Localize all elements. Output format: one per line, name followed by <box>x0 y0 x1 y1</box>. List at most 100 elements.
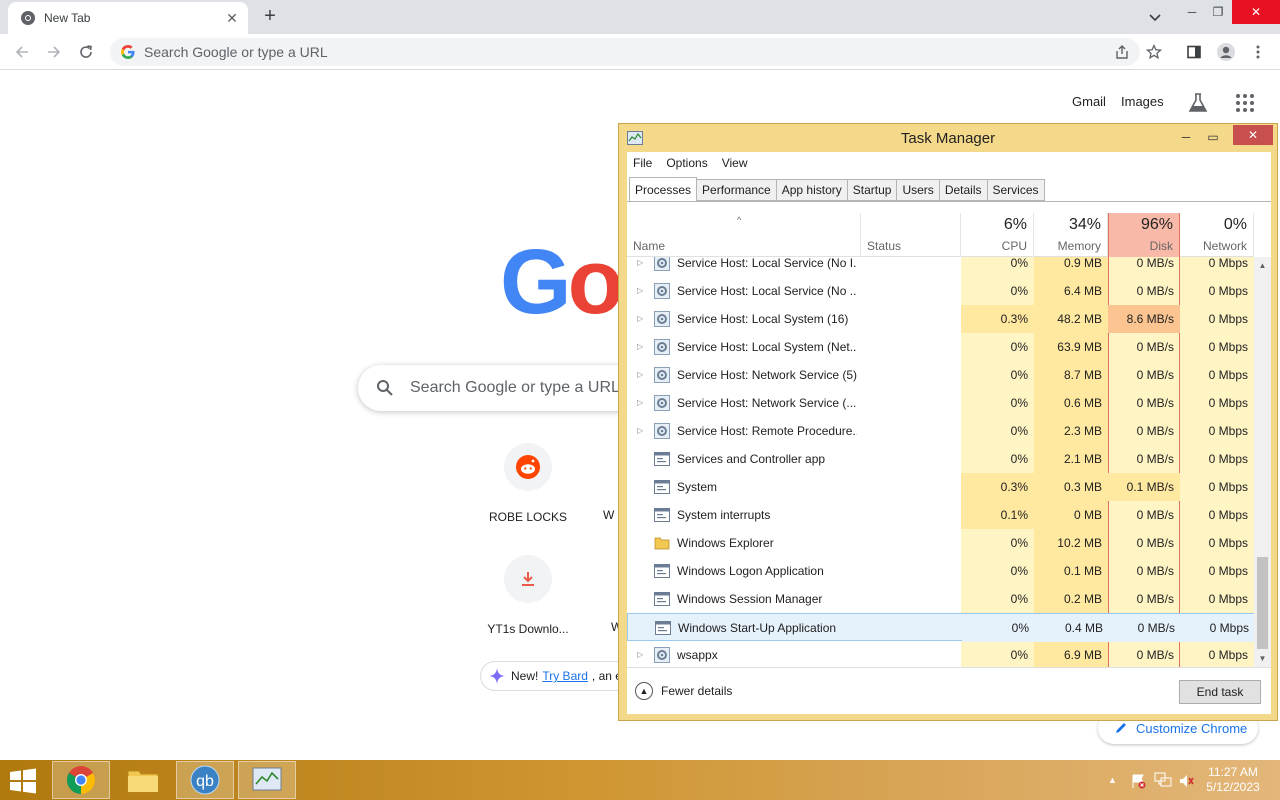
volume-muted-icon[interactable] <box>1178 773 1194 789</box>
tab-services[interactable]: Services <box>987 179 1045 201</box>
shortcut-robe-locks[interactable]: ROBE LOCKS <box>473 443 583 524</box>
expand-arrow-icon[interactable]: ▷ <box>637 314 645 324</box>
tab-app-history[interactable]: App history <box>776 179 848 201</box>
close-tab-icon[interactable]: ✕ <box>224 10 240 26</box>
menu-file[interactable]: File <box>633 156 652 170</box>
reload-button[interactable] <box>74 40 98 64</box>
bookmark-button[interactable] <box>1142 40 1166 64</box>
scrollbar-thumb[interactable] <box>1257 557 1268 649</box>
table-row[interactable]: ▷ Service Host: Network Service (... 0% 0.6… <box>627 389 1254 417</box>
column-header-disk[interactable]: 96% Disk <box>1108 213 1180 257</box>
omnibox-input[interactable] <box>144 44 1044 60</box>
memory-value: 48.2 MB <box>1057 312 1102 326</box>
expand-arrow-icon[interactable]: ▷ <box>637 398 645 408</box>
table-row[interactable]: ▷ wsappx 0% 6.9 MB 0 MB/s 0 Mbps <box>627 641 1254 667</box>
scroll-up-icon[interactable]: ▲ <box>1254 257 1271 274</box>
column-header-memory[interactable]: 34% Memory <box>1034 213 1108 257</box>
cpu-value: 0% <box>1010 536 1028 550</box>
shortcut-w-1[interactable]: W <box>570 443 618 522</box>
windows-start-icon[interactable] <box>8 768 38 794</box>
taskbar-file-explorer[interactable] <box>114 761 172 799</box>
tab-performance[interactable]: Performance <box>697 179 777 201</box>
tab-processes[interactable]: Processes <box>629 177 698 201</box>
back-button[interactable] <box>10 40 34 64</box>
table-row[interactable]: Windows Logon Application 0% 0.1 MB 0 MB/s 0… <box>627 557 1254 585</box>
table-row[interactable]: Services and Controller app 0% 2.1 MB 0 MB/… <box>627 445 1254 473</box>
scroll-down-icon[interactable]: ▼ <box>1254 650 1271 667</box>
shortcut-yt1s[interactable]: YT1s Downlo... <box>473 555 583 636</box>
memory-value: 0.9 MB <box>1063 257 1102 270</box>
table-row[interactable]: ▷ Service Host: Local Service (No ... 0% 6.… <box>627 277 1254 305</box>
tm-maximize-button[interactable]: ▭ <box>1200 127 1226 147</box>
labs-flask-icon[interactable] <box>1187 92 1209 114</box>
taskbar-chrome[interactable] <box>52 761 110 799</box>
menu-options[interactable]: Options <box>666 156 707 170</box>
expand-arrow-icon[interactable]: ▷ <box>637 370 645 380</box>
customize-chrome-label: Customize Chrome <box>1136 720 1248 736</box>
table-row[interactable]: Windows Explorer 0% 10.2 MB 0 MB/s 0 Mbps <box>627 529 1254 557</box>
images-link[interactable]: Images <box>1121 94 1164 109</box>
column-header-status[interactable]: Status <box>861 213 961 257</box>
profile-button[interactable] <box>1214 40 1238 64</box>
tab-users[interactable]: Users <box>897 179 940 201</box>
cpu-value: 0% <box>1010 648 1028 662</box>
expand-arrow-icon[interactable]: ▷ <box>637 258 645 268</box>
close-window-button[interactable]: ✕ <box>1232 0 1280 24</box>
process-name: Service Host: Local System (16) <box>677 312 849 326</box>
process-name: Service Host: Local Service (No I... <box>677 257 857 270</box>
table-row[interactable]: ▷ Service Host: Network Service (5) 0% 8.7 … <box>627 361 1254 389</box>
shortcut-w-2[interactable]: W <box>570 555 618 634</box>
process-name: Service Host: Network Service (... <box>677 396 857 410</box>
column-header-network[interactable]: 0% Network <box>1180 213 1254 257</box>
expand-arrow-icon[interactable]: ▷ <box>637 286 645 296</box>
network-value: 0 Mbps <box>1208 396 1248 410</box>
expand-arrow-icon[interactable]: ▷ <box>637 342 645 352</box>
table-row[interactable]: ▷ Service Host: Remote Procedure... 0% 2.3 … <box>627 417 1254 445</box>
task-manager-titlebar[interactable]: Task Manager ─ ▭ ✕ <box>619 124 1277 152</box>
network-value: 0 Mbps <box>1181 614 1254 642</box>
tray-show-hidden-icon[interactable]: ▲ <box>1108 760 1117 800</box>
cpu-value: 0% <box>1010 396 1028 410</box>
try-bard-link[interactable]: Try Bard <box>542 669 588 683</box>
tm-minimize-button[interactable]: ─ <box>1173 127 1199 147</box>
tab-startup[interactable]: Startup <box>847 179 898 201</box>
network-icon[interactable] <box>1154 772 1172 789</box>
tm-menu-bar: File Options View <box>627 152 1271 174</box>
taskbar-clock[interactable]: 11:27 AM 5/12/2023 <box>1200 765 1266 795</box>
gmail-link[interactable]: Gmail <box>1072 94 1106 109</box>
tab-details[interactable]: Details <box>939 179 988 201</box>
table-row[interactable]: ▷ Service Host: Local System (Net... 0% 63.… <box>627 333 1254 361</box>
table-row[interactable]: Windows Session Manager 0% 0.2 MB 0 MB/s 0 M… <box>627 585 1254 613</box>
end-task-button[interactable]: End task <box>1179 680 1261 704</box>
apps-grid-icon[interactable] <box>1235 93 1255 113</box>
table-row[interactable]: Windows Start-Up Application 0% 0.4 MB 0 MB… <box>627 613 1254 642</box>
side-panel-button[interactable] <box>1182 40 1206 64</box>
arrow-right-icon <box>48 46 61 58</box>
new-tab-button[interactable]: + <box>259 6 281 28</box>
omnibox[interactable] <box>110 38 1140 66</box>
expand-arrow-icon[interactable]: ▷ <box>637 426 645 436</box>
share-button[interactable] <box>1110 40 1134 64</box>
gear-icon <box>654 423 670 439</box>
chrome-menu-button[interactable] <box>1246 40 1270 64</box>
fewer-details-button[interactable]: ▲ Fewer details <box>635 682 732 700</box>
memory-value: 0.6 MB <box>1063 396 1102 410</box>
table-row[interactable]: System 0.3% 0.3 MB 0.1 MB/s 0 Mbps <box>627 473 1254 501</box>
menu-view[interactable]: View <box>722 156 748 170</box>
chevron-up-icon: ▲ <box>635 682 653 700</box>
chevron-down-icon[interactable] <box>1146 8 1164 26</box>
disk-value: 0 MB/s <box>1136 592 1174 606</box>
table-row[interactable]: ▷ Service Host: Local Service (No I... 0% 0… <box>627 257 1254 277</box>
column-header-name[interactable]: Name <box>627 213 861 257</box>
taskbar-qbittorrent[interactable]: qb <box>176 761 234 799</box>
tm-close-button[interactable]: ✕ <box>1233 125 1273 145</box>
taskbar-task-manager[interactable] <box>238 761 296 799</box>
forward-button[interactable] <box>42 40 66 64</box>
table-row[interactable]: System interrupts 0.1% 0 MB 0 MB/s 0 Mbps <box>627 501 1254 529</box>
column-header-cpu[interactable]: 6% CPU <box>961 213 1034 257</box>
expand-arrow-icon[interactable]: ▷ <box>637 650 645 660</box>
tab-new-tab[interactable]: New Tab ✕ <box>8 2 248 34</box>
process-list-scrollbar[interactable]: ▲ ▼ <box>1254 257 1271 667</box>
table-row[interactable]: ▷ Service Host: Local System (16) 0.3% 48.2… <box>627 305 1254 333</box>
action-center-flag-icon[interactable] <box>1130 773 1146 789</box>
